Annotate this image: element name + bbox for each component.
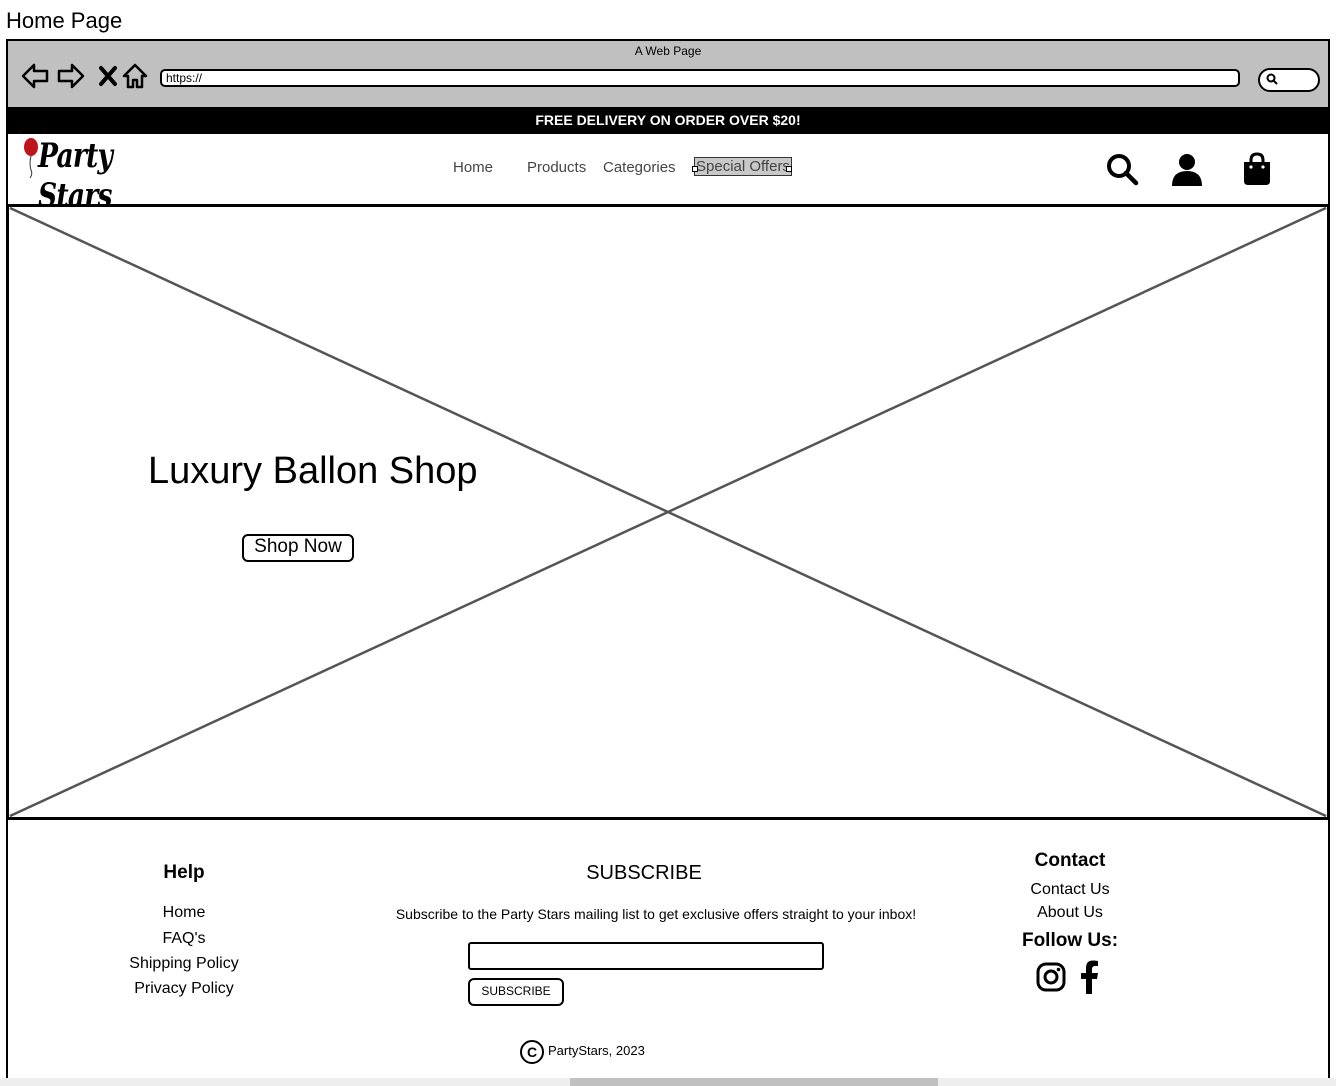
subscribe-heading: SUBSCRIBE	[586, 862, 702, 884]
site-header: Party Stars Home Products Categories Spe…	[8, 134, 1328, 216]
nav-home[interactable]: Home	[453, 159, 493, 176]
site-footer: Help Home FAQ's Shipping Policy Privacy …	[8, 818, 1328, 1082]
home-icon[interactable]	[120, 61, 150, 91]
contact-heading: Contact	[1034, 850, 1106, 871]
promo-banner: FREE DELIVERY ON ORDER OVER $20!	[8, 107, 1328, 134]
subscribe-button[interactable]: SUBSCRIBE	[468, 978, 564, 1006]
window-title: A Web Page	[634, 44, 702, 58]
copyright-text: PartyStars, 2023	[548, 1043, 645, 1058]
email-field[interactable]	[468, 942, 824, 970]
hero-image-placeholder: Luxury Ballon Shop Shop Now	[8, 206, 1328, 818]
footer-link-privacy[interactable]: Privacy Policy	[84, 980, 284, 998]
scrollbar-thumb[interactable]	[570, 1078, 938, 1086]
user-icon[interactable]	[1169, 151, 1205, 187]
search-icon	[1266, 73, 1278, 85]
help-heading: Help	[163, 862, 205, 883]
copyright-icon: C	[520, 1040, 544, 1064]
footer-link-about-us[interactable]: About Us	[970, 904, 1170, 922]
shop-now-button[interactable]: Shop Now	[242, 534, 354, 562]
page-label: Home Page	[6, 8, 123, 33]
shopping-bag-icon[interactable]	[1239, 151, 1275, 187]
copyright: C PartyStars, 2023	[520, 1040, 720, 1066]
footer-link-home[interactable]: Home	[84, 904, 284, 922]
footer-link-contact-us[interactable]: Contact Us	[970, 881, 1170, 899]
logo-text: Party Stars	[38, 136, 113, 216]
nav-categories[interactable]: Categories	[603, 159, 676, 176]
follow-heading: Follow Us:	[1021, 930, 1119, 951]
nav-special-offers[interactable]: Special Offers	[694, 157, 792, 176]
browser-search-button[interactable]	[1258, 68, 1320, 92]
hero-title: Luxury Ballon Shop	[148, 450, 478, 492]
search-icon[interactable]	[1104, 151, 1140, 187]
selection-handle	[786, 166, 792, 172]
browser-toolbar: A Web Page https://	[8, 41, 1328, 107]
back-arrow-icon[interactable]	[20, 61, 50, 91]
selection-handle	[692, 166, 698, 172]
nav-products[interactable]: Products	[527, 159, 586, 176]
subscribe-text: Subscribe to the Party Stars mailing lis…	[395, 906, 917, 922]
footer-link-faqs[interactable]: FAQ's	[84, 930, 284, 948]
footer-link-shipping[interactable]: Shipping Policy	[84, 955, 284, 973]
logo[interactable]: Party Stars	[18, 134, 158, 216]
facebook-icon[interactable]	[1076, 960, 1102, 994]
instagram-icon[interactable]	[1036, 962, 1066, 992]
placeholder-cross	[8, 206, 1328, 818]
url-input[interactable]: https://	[160, 69, 1240, 87]
forward-arrow-icon[interactable]	[56, 61, 86, 91]
